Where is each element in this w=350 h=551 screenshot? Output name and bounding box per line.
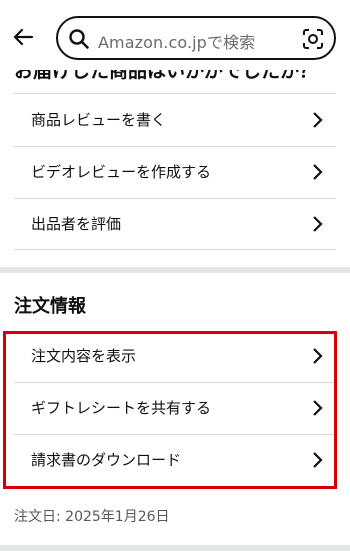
row-label: 注文内容を表示 <box>31 347 137 365</box>
share-gift-receipt-row[interactable]: ギフトレシートを共有する <box>14 382 336 434</box>
top-header: Amazon.co.jpで検索 <box>0 0 350 70</box>
row-label: ギフトレシートを共有する <box>31 399 212 417</box>
order-details-page: お届けした商品はいかがでしたか？ Amazon.co.jpで検索 商品レビューを… <box>0 0 350 551</box>
search-icon <box>69 29 89 49</box>
chevron-right-icon <box>313 216 323 232</box>
search-input[interactable]: Amazon.co.jpで検索 <box>98 29 255 53</box>
divider <box>14 249 336 250</box>
section-separator <box>0 267 350 273</box>
back-arrow-icon <box>13 28 34 46</box>
chevron-right-icon <box>313 164 323 180</box>
row-label: 出品者を評価 <box>31 215 122 233</box>
create-video-review-row[interactable]: ビデオレビューを作成する <box>14 146 336 198</box>
row-label: 商品レビューを書く <box>31 111 167 129</box>
camera-lens-icon[interactable] <box>301 27 325 51</box>
view-order-details-row[interactable]: 注文内容を表示 <box>14 330 336 382</box>
search-bar[interactable]: Amazon.co.jpで検索 <box>56 16 336 60</box>
row-label: 請求書のダウンロード <box>31 451 182 469</box>
rate-seller-row[interactable]: 出品者を評価 <box>14 198 336 250</box>
section-separator <box>0 545 350 551</box>
chevron-right-icon <box>313 348 323 364</box>
chevron-right-icon <box>313 452 323 468</box>
order-info-title: 注文情報 <box>14 296 86 317</box>
chevron-right-icon <box>313 400 323 416</box>
chevron-right-icon <box>313 112 323 128</box>
back-button[interactable] <box>8 22 38 52</box>
download-invoice-row[interactable]: 請求書のダウンロード <box>14 434 336 486</box>
order-date: 注文日: 2025年1月26日 <box>14 509 170 525</box>
write-product-review-row[interactable]: 商品レビューを書く <box>14 94 336 146</box>
row-label: ビデオレビューを作成する <box>31 163 212 181</box>
